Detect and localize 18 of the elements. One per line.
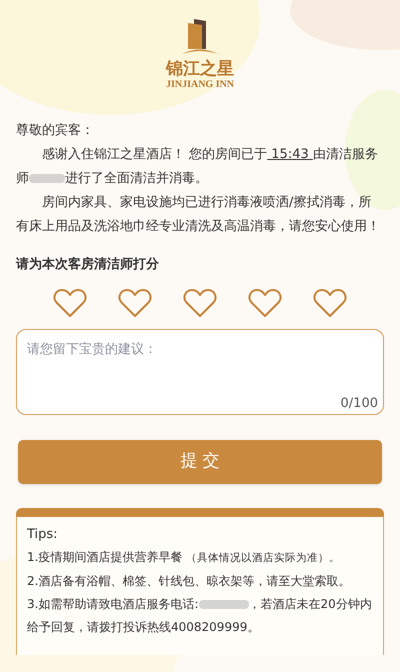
- logo-icon: [182, 17, 218, 55]
- greeting: 尊敬的宾客：: [16, 122, 95, 140]
- tip-text: 1.疫情期间酒店提供营养早餐 （具体情况以酒店实际为准）。: [27, 549, 341, 566]
- tips-title: Tips:: [27, 526, 59, 544]
- heart-icon[interactable]: [313, 288, 347, 318]
- assurance-paragraph: 房间内家具、家电设施均已进行消毒液喷洒/擦拭消毒，所有床上用品及洗浴地巾经专业清洗及高温消毒，请您安心使用！: [16, 194, 381, 236]
- tip-text: 3.如需帮助请致电酒店服务电话: ，若酒店未在20分钟内给予回复，请拨打投诉热线4008209999。: [27, 596, 373, 636]
- brand-name-english: JINJIANG INN: [166, 79, 234, 91]
- character-counter: 0/100: [340, 394, 378, 412]
- rating-title: 请为本次客房清洁师打分: [14, 256, 160, 274]
- heart-icon[interactable]: [183, 288, 217, 318]
- thanks-paragraph: 感谢入住锦江之星酒店！ 您的房间已于 15:43 由清洁服务师 进行了全面清洁并消毒。: [16, 146, 379, 188]
- submit-button[interactable]: 提 交: [18, 440, 382, 484]
- heart-icon[interactable]: [248, 288, 282, 318]
- tip-text: 2.酒店备有浴帽、棉签、针线包、晾衣架等，请至大堂索取。: [27, 573, 352, 590]
- brand-name: 锦江之星: [166, 59, 234, 79]
- heart-icon[interactable]: [118, 288, 152, 318]
- heart-icon[interactable]: [53, 288, 87, 318]
